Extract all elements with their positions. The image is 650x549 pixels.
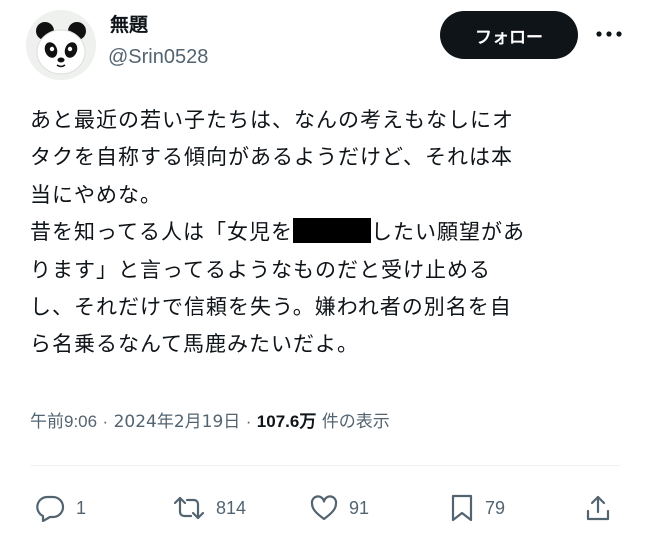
- divider: [30, 465, 620, 466]
- more-icon: [596, 31, 622, 37]
- views-count[interactable]: 107.6万: [257, 412, 317, 431]
- tweet-line: 昔を知ってる人は「女児を したい願望があ: [30, 214, 640, 251]
- like-count: 91: [349, 497, 370, 518]
- tweet-line-segment: したい願望があ: [370, 220, 525, 245]
- tweet-line: タクを自称する傾向があるようだけど、それは本: [30, 145, 513, 170]
- repost-count: 814: [216, 497, 247, 518]
- bookmark-icon: [451, 494, 473, 522]
- share-button[interactable]: [585, 492, 611, 524]
- meta-separator: ·: [245, 412, 252, 431]
- meta-separator: ·: [102, 412, 109, 431]
- post-date[interactable]: 2024年2月19日: [114, 412, 241, 432]
- panda-avatar-icon: [26, 10, 96, 80]
- bookmark-count: 79: [485, 497, 506, 518]
- more-button[interactable]: [592, 22, 626, 46]
- views-label: 件の表示: [321, 412, 390, 432]
- share-icon: [586, 495, 610, 521]
- bookmark-button[interactable]: 79: [449, 492, 505, 524]
- tweet-line: ら名乗るなんて馬鹿みたいだよ。: [30, 332, 359, 357]
- redaction-box: [292, 218, 371, 244]
- post-time[interactable]: 午前9:06: [30, 412, 97, 431]
- tweet-meta: 午前9:06 · 2024年2月19日 · 107.6万 件の表示: [30, 410, 390, 434]
- like-button[interactable]: 91: [309, 492, 369, 524]
- tweet-line-segment: 昔を知ってる人は「女児を: [30, 220, 293, 245]
- reply-icon: [36, 495, 65, 522]
- tweet-line: し、それだけで信頼を失う。嫌われ者の別名を自: [30, 295, 512, 320]
- display-name[interactable]: 無題: [110, 13, 148, 37]
- follow-button[interactable]: フォロー: [440, 11, 578, 59]
- tweet-text: あと最近の若い子たちは、なんの考えもなしにオ タクを自称する傾向があるようだけど…: [30, 102, 640, 364]
- like-icon: [310, 495, 338, 521]
- tweet-line: 当にやめな。: [30, 182, 162, 207]
- reply-button[interactable]: 1: [36, 492, 86, 524]
- reply-count: 1: [76, 497, 87, 518]
- avatar[interactable]: [26, 10, 96, 80]
- tweet-line: あと最近の若い子たちは、なんの考えもなしにオ: [30, 108, 514, 132]
- tweet-line: ります」と言ってるようなものだと受け止める: [30, 257, 491, 282]
- repost-button[interactable]: 814: [172, 492, 246, 524]
- repost-icon: [173, 496, 205, 520]
- handle[interactable]: @Srin0528: [108, 45, 208, 69]
